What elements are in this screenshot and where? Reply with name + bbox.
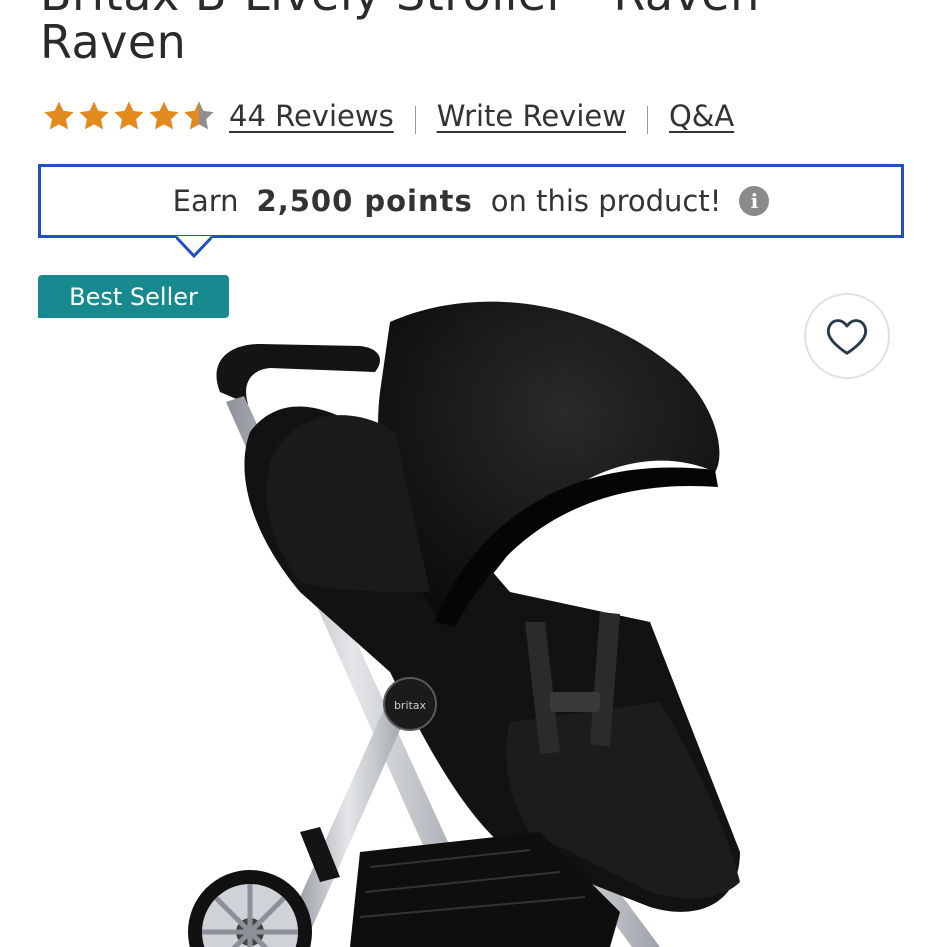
star-icon xyxy=(114,101,144,130)
points-amount: 2,500 points xyxy=(256,184,473,218)
half-star-icon xyxy=(184,101,214,130)
write-review-link[interactable]: Write Review xyxy=(437,99,626,133)
rating-row: 44 Reviews Write Review Q&A xyxy=(42,96,734,136)
banner-pointer xyxy=(176,236,212,259)
points-suffix: on this product! xyxy=(490,184,722,218)
favorite-button[interactable] xyxy=(804,293,890,379)
qa-link[interactable]: Q&A xyxy=(669,99,734,133)
product-image[interactable]: britax xyxy=(180,292,800,947)
info-icon[interactable]: i xyxy=(739,186,770,216)
reviews-link[interactable]: 44 Reviews xyxy=(229,99,394,133)
star-icon xyxy=(44,101,74,130)
points-banner: Earn 2,500 points on this product! i xyxy=(38,164,904,238)
brand-logo: britax xyxy=(394,699,427,712)
star-icon xyxy=(79,101,109,130)
star-rating xyxy=(42,99,217,133)
heart-outline-icon xyxy=(826,319,868,355)
star-icon xyxy=(149,101,179,130)
product-title: Raven xyxy=(40,15,187,69)
divider xyxy=(646,106,648,134)
divider xyxy=(414,106,416,134)
points-prefix: Earn xyxy=(172,184,239,218)
